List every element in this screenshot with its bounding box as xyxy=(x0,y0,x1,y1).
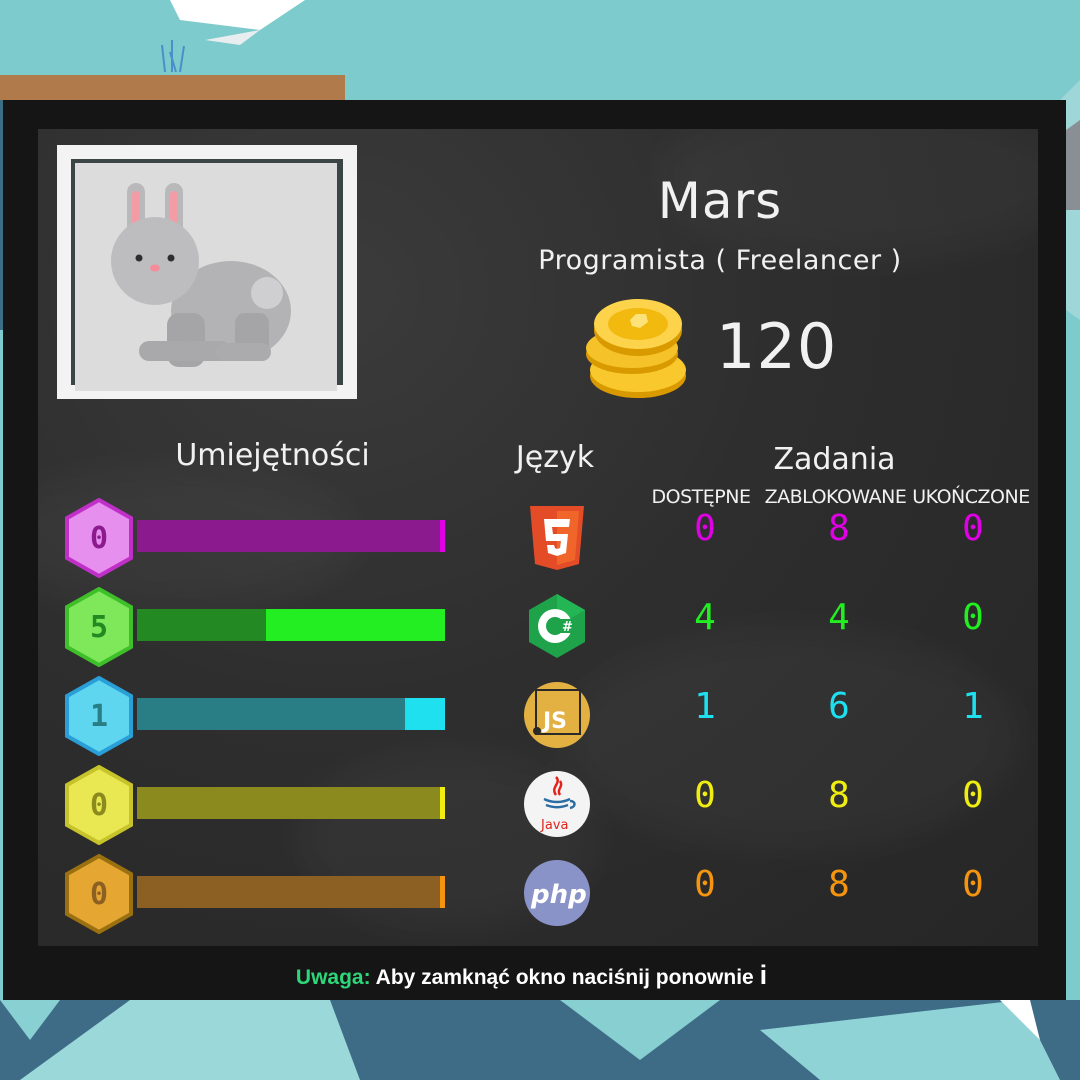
skill-progress-fill xyxy=(440,520,445,552)
skill-level: 1 xyxy=(89,698,109,734)
tasks-blocked: 8 xyxy=(828,775,850,816)
tasks-blocked: 8 xyxy=(828,864,850,905)
player-role: Programista ( Freelancer ) xyxy=(538,245,902,276)
tasks-blocked: 4 xyxy=(828,597,850,638)
tasks-completed: 0 xyxy=(962,508,984,549)
skill-level: 0 xyxy=(89,520,109,556)
svg-text:php: php xyxy=(530,880,587,910)
warning-label: Uwaga: xyxy=(295,966,371,989)
tasks-available: 0 xyxy=(694,775,716,816)
skill-progress-fill xyxy=(266,609,445,641)
html5-icon xyxy=(530,506,584,570)
skill-progress-fill xyxy=(404,698,445,730)
tasks-header: Zadania xyxy=(773,442,896,477)
player-name: Mars xyxy=(657,172,783,230)
skills-header: Umiejętności xyxy=(175,438,370,473)
avatar-frame xyxy=(57,145,357,399)
svg-text:#: # xyxy=(562,620,573,635)
language-header: Język xyxy=(515,440,595,475)
javascript-icon: JS xyxy=(524,682,590,748)
skill-progress-bar xyxy=(137,876,445,908)
skill-progress-bar xyxy=(137,609,445,641)
csharp-icon: # xyxy=(529,594,585,658)
tasks-completed: 0 xyxy=(962,775,984,816)
tasks-blocked: 6 xyxy=(828,686,850,727)
tasks-completed: 0 xyxy=(962,597,984,638)
close-key: i xyxy=(759,960,768,990)
php-icon: php xyxy=(524,860,590,926)
skill-level: 0 xyxy=(89,787,109,823)
skill-row-javascript: 1 JS 1 6 1 xyxy=(60,676,1040,762)
close-hint: Uwaga: Aby zamknąć okno naciśnij ponowni… xyxy=(0,960,1063,991)
svg-text:Java: Java xyxy=(540,818,568,833)
skill-row-php: 0 php 0 8 0 xyxy=(60,854,1040,940)
java-icon: Java xyxy=(524,771,590,837)
tasks-completed: 0 xyxy=(962,864,984,905)
tasks-available: 4 xyxy=(694,597,716,638)
tasks-completed: 1 xyxy=(962,686,984,727)
coins-value: 120 xyxy=(716,310,838,383)
skill-row-java: 0 Java 0 8 0 xyxy=(60,765,1040,851)
svg-text:JS: JS xyxy=(541,709,567,734)
skill-level: 0 xyxy=(89,876,109,912)
tasks-available: 1 xyxy=(694,686,716,727)
coins-icon xyxy=(586,299,686,398)
avatar xyxy=(75,163,337,391)
skill-progress-bar xyxy=(137,520,445,552)
tasks-available: 0 xyxy=(694,508,716,549)
tasks-available: 0 xyxy=(694,864,716,905)
close-hint-message: Aby zamknąć okno naciśnij ponownie xyxy=(375,966,754,989)
skill-progress-fill xyxy=(440,787,445,819)
skill-row-csharp: 5 # 4 4 0 xyxy=(60,587,1040,673)
rabbit-icon xyxy=(111,183,291,367)
skill-progress-bar xyxy=(137,698,445,730)
skill-row-html5: 0 0 8 0 xyxy=(60,498,1040,584)
tasks-blocked: 8 xyxy=(828,508,850,549)
skill-progress-fill xyxy=(440,876,445,908)
skill-level: 5 xyxy=(89,609,109,645)
skill-progress-bar xyxy=(137,787,445,819)
